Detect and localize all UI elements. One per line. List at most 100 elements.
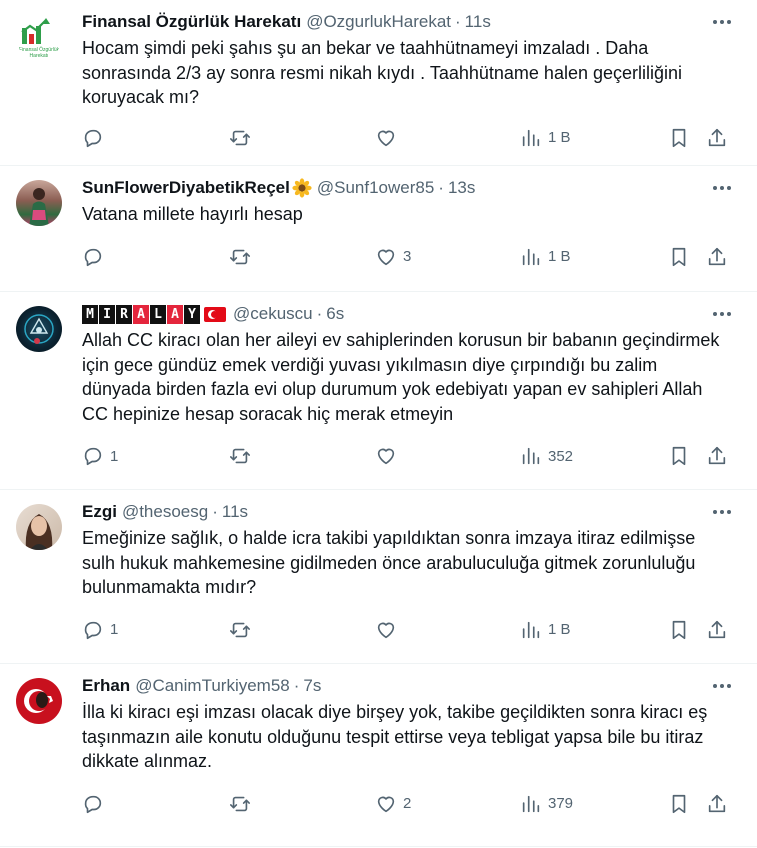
user-handle[interactable]: @CanimTurkiyem58 <box>135 676 290 696</box>
avatar[interactable] <box>16 678 62 724</box>
bookmark-icon <box>672 128 686 147</box>
more-button[interactable] <box>713 302 731 326</box>
action-bar: 1 B <box>82 116 735 160</box>
profile-photo-icon <box>29 188 49 226</box>
more-icon <box>720 186 724 190</box>
reply-button[interactable]: 1 <box>82 619 118 641</box>
display-name[interactable]: Finansal Özgürlük Harekatı <box>82 12 301 32</box>
reply-feed: Finansal Özgürlük Harekatı Finansal Özgü… <box>0 0 757 847</box>
share-button[interactable] <box>706 619 728 641</box>
more-icon <box>720 20 724 24</box>
name-letter: R <box>116 304 132 324</box>
retweet-button[interactable] <box>229 246 257 268</box>
retweet-icon <box>230 249 250 264</box>
more-icon <box>713 186 717 190</box>
retweet-button[interactable] <box>229 619 257 641</box>
timestamp[interactable]: 11s <box>465 12 491 32</box>
reply-button[interactable] <box>82 246 110 268</box>
timestamp[interactable]: 7s <box>303 676 321 696</box>
reply-count: 1 <box>110 447 119 465</box>
name-letter: A <box>133 304 149 324</box>
like-button[interactable] <box>375 619 403 641</box>
reply-icon <box>84 129 102 147</box>
separator-dot: · <box>438 178 444 197</box>
like-button[interactable]: 3 <box>375 246 411 268</box>
like-button[interactable]: 2 <box>375 793 411 815</box>
like-button[interactable] <box>375 127 403 149</box>
timestamp[interactable]: 6s <box>326 304 344 324</box>
svg-text:Finansal Özgürlük: Finansal Özgürlük <box>19 46 60 53</box>
bookmark-button[interactable] <box>668 246 690 268</box>
bookmark-icon <box>672 247 686 266</box>
action-bar: 2 379 <box>82 782 735 826</box>
views-button[interactable]: 379 <box>520 793 573 815</box>
display-name[interactable]: Ezgi <box>82 502 117 522</box>
name-letter: Y <box>184 304 200 324</box>
tweet[interactable]: M I R A L A Y @cekuscu · 6s Allah CC kir… <box>0 292 757 490</box>
name-letter: M <box>82 304 98 324</box>
user-handle[interactable]: @cekuscu <box>233 304 313 324</box>
tweet-header: Finansal Özgürlük Harekatı @OzgurlukHare… <box>82 10 735 34</box>
more-icon <box>727 510 731 514</box>
timestamp[interactable]: 11s <box>222 502 248 522</box>
more-button[interactable] <box>713 674 731 698</box>
name-letter: I <box>99 304 115 324</box>
display-name[interactable]: SunFlowerDiyabetikReçel <box>82 178 290 198</box>
tweet[interactable]: Finansal Özgürlük Harekatı Finansal Özgü… <box>0 0 757 166</box>
retweet-icon <box>230 622 250 637</box>
tweet-text: Hocam şimdi peki şahıs şu an bekar ve ta… <box>82 38 683 107</box>
name-letter: L <box>150 304 166 324</box>
tweet[interactable]: Ezgi @thesoesg · 11s Emeğinize sağlık, o… <box>0 490 757 664</box>
tweet-text: Vatana millete hayırlı hesap <box>82 204 303 224</box>
like-button[interactable] <box>375 445 403 467</box>
display-name[interactable]: M I R A L A Y <box>82 304 226 324</box>
avatar[interactable] <box>16 180 62 226</box>
bookmark-button[interactable] <box>668 127 690 149</box>
share-button[interactable] <box>706 127 728 149</box>
share-button[interactable] <box>706 246 728 268</box>
share-icon <box>708 794 726 812</box>
display-name[interactable]: Erhan <box>82 676 130 696</box>
retweet-button[interactable] <box>229 793 257 815</box>
share-button[interactable] <box>706 445 728 467</box>
more-button[interactable] <box>713 10 731 34</box>
reply-button[interactable]: 1 <box>82 445 118 467</box>
share-button[interactable] <box>706 793 728 815</box>
more-icon <box>713 20 717 24</box>
views-button[interactable]: 1 B <box>520 619 571 641</box>
user-handle[interactable]: @thesoesg <box>122 502 208 522</box>
bookmark-button[interactable] <box>668 445 690 467</box>
separator-dot: · <box>316 304 323 323</box>
retweet-button[interactable] <box>229 445 257 467</box>
views-button[interactable]: 352 <box>520 445 573 467</box>
view-count: 1 B <box>548 621 571 638</box>
retweet-button[interactable] <box>229 127 257 149</box>
more-button[interactable] <box>713 176 731 200</box>
user-handle[interactable]: @OzgurlukHarekat <box>306 12 451 32</box>
view-count: 379 <box>548 795 574 812</box>
reply-button[interactable] <box>82 793 110 815</box>
bookmark-icon <box>672 794 686 813</box>
more-icon <box>720 510 724 514</box>
tweet[interactable]: Erhan @CanimTurkiyem58 · 7s İlla ki kira… <box>0 664 757 847</box>
retweet-icon <box>230 796 250 811</box>
avatar[interactable]: Finansal Özgürlük Harekatı <box>16 14 62 60</box>
views-icon <box>522 621 540 638</box>
more-button[interactable] <box>713 500 731 524</box>
bookmark-button[interactable] <box>668 619 690 641</box>
tweet-text: Emeğinize sağlık, o halde icra takibi ya… <box>82 528 696 597</box>
action-bar: 3 1 B <box>82 235 735 279</box>
tweet[interactable]: SunFlowerDiyabetikReçel @Sunf1ower85 · 1… <box>0 166 757 292</box>
bookmark-button[interactable] <box>668 793 690 815</box>
views-icon <box>522 447 540 465</box>
views-button[interactable]: 1 B <box>520 246 571 268</box>
avatar[interactable] <box>16 306 62 352</box>
avatar[interactable] <box>16 504 62 550</box>
views-button[interactable]: 1 B <box>520 127 571 149</box>
tweet-header: SunFlowerDiyabetikReçel @Sunf1ower85 · 1… <box>82 176 735 200</box>
user-handle[interactable]: @Sunf1ower85 <box>317 178 434 198</box>
more-icon <box>720 684 724 688</box>
reply-button[interactable] <box>82 127 110 149</box>
reply-icon <box>84 248 102 266</box>
timestamp[interactable]: 13s <box>448 178 475 198</box>
